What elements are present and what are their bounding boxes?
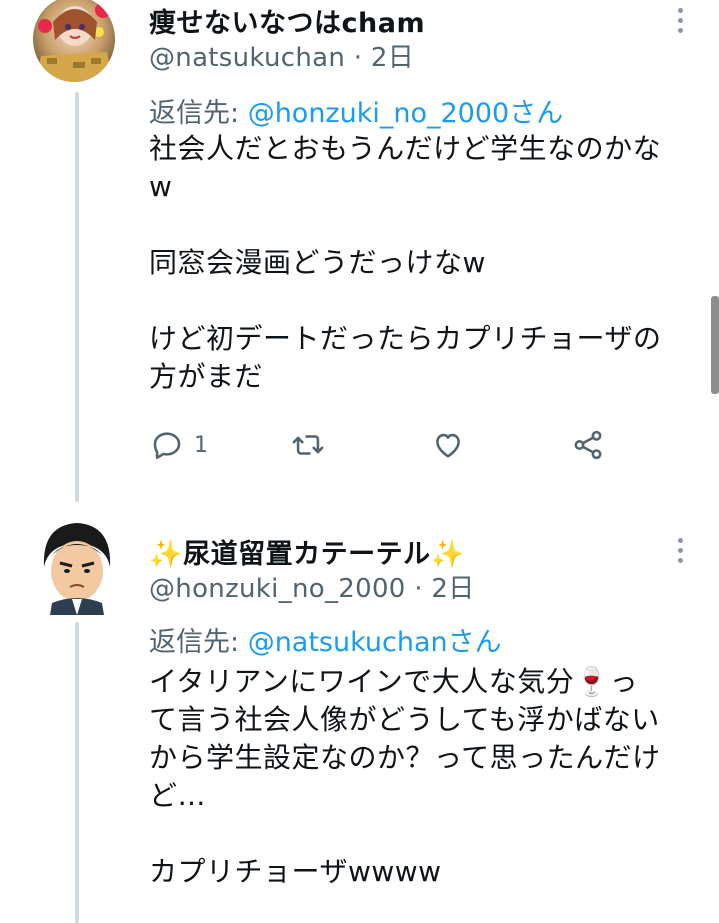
reply-handle-link[interactable]: @honzuki_no_2000さん: [248, 98, 564, 129]
reply-to: 返信先: @honzuki_no_2000さん: [149, 91, 563, 130]
sparkles-icon: ✨: [430, 539, 465, 570]
thread-line: [75, 622, 79, 923]
heart-icon: [436, 433, 460, 458]
sparkles-icon: ✨: [149, 539, 184, 570]
reply-to: 返信先: @natsukuchanさん: [149, 620, 502, 659]
timestamp[interactable]: 2日: [431, 574, 474, 604]
more-options-button[interactable]: [665, 530, 695, 570]
retweet-icon: [292, 435, 324, 455]
tweet-text-line: [149, 206, 661, 244]
tweet-text-line: [149, 815, 661, 853]
tweet-text-line: けど初デートだったらカプリチョーザの: [149, 322, 662, 355]
reply-button[interactable]: 1: [150, 428, 208, 462]
separator: ·: [353, 43, 363, 73]
tweet-text-line: 方がまだ: [149, 360, 264, 393]
anime-girl-avatar-icon: [33, 0, 115, 82]
display-name-text: 尿道留置カテーテル: [183, 539, 431, 570]
handle[interactable]: @natsukuchan: [149, 43, 345, 73]
reply-prefix: 返信先:: [149, 98, 248, 129]
display-name[interactable]: ✨尿道留置カテーテル✨: [149, 532, 465, 571]
tweet-text-line: イタリアンにワインで大人な気分🍷っ: [149, 663, 661, 701]
wine-glass-icon: 🍷: [574, 665, 610, 698]
tweet-text-line: 社会人だとおもうんだけど学生なのかな: [149, 132, 662, 165]
reply-handle-link[interactable]: @natsukuchanさん: [248, 627, 502, 658]
man-portrait-avatar-icon: [34, 519, 120, 615]
tweet-text-line: て言う社会人像がどうしても浮かばない: [149, 703, 660, 736]
reply-count: 1: [194, 432, 208, 458]
share-icon: [574, 430, 602, 460]
handle[interactable]: @honzuki_no_2000: [149, 574, 406, 604]
like-button[interactable]: [431, 428, 465, 462]
tweet-text: イタリアンにワインで大人な気分🍷っ て言う社会人像がどうしても浮かばない から学…: [149, 663, 661, 891]
tweet-text-line: ど…: [149, 779, 207, 812]
tweet-text-line: w: [149, 170, 173, 203]
handle-and-time: @honzuki_no_2000 · 2日: [149, 568, 475, 605]
avatar[interactable]: [33, 0, 115, 82]
handle-and-time: @natsukuchan · 2日: [149, 37, 414, 74]
retweet-button[interactable]: [290, 428, 326, 462]
thread-line: [75, 92, 79, 502]
scrollbar[interactable]: [711, 296, 719, 394]
tweet-text-line: カプリチョーザwwww: [149, 855, 442, 888]
reply-icon: [153, 432, 181, 460]
tweet-text-segment: っ: [609, 665, 639, 698]
display-name[interactable]: 痩せないなつはcham: [149, 1, 425, 40]
tweet-text: 社会人だとおもうんだけど学生なのかな w 同窓会漫画どうだっけなw けど初デート…: [149, 130, 661, 396]
tweet-text-line: [149, 282, 661, 320]
more-options-button[interactable]: [665, 0, 695, 40]
share-button[interactable]: [571, 428, 605, 462]
tweet-text-line: から学生設定なのか？って思ったんだけ: [149, 741, 661, 774]
avatar[interactable]: [34, 519, 120, 615]
reply-prefix: 返信先:: [149, 627, 248, 658]
tweet-text-segment: イタリアンにワインで大人な気分: [149, 665, 575, 698]
separator: ·: [414, 574, 423, 604]
timestamp[interactable]: 2日: [371, 43, 414, 73]
tweet-text-line: 同窓会漫画どうだっけなw: [149, 246, 486, 279]
